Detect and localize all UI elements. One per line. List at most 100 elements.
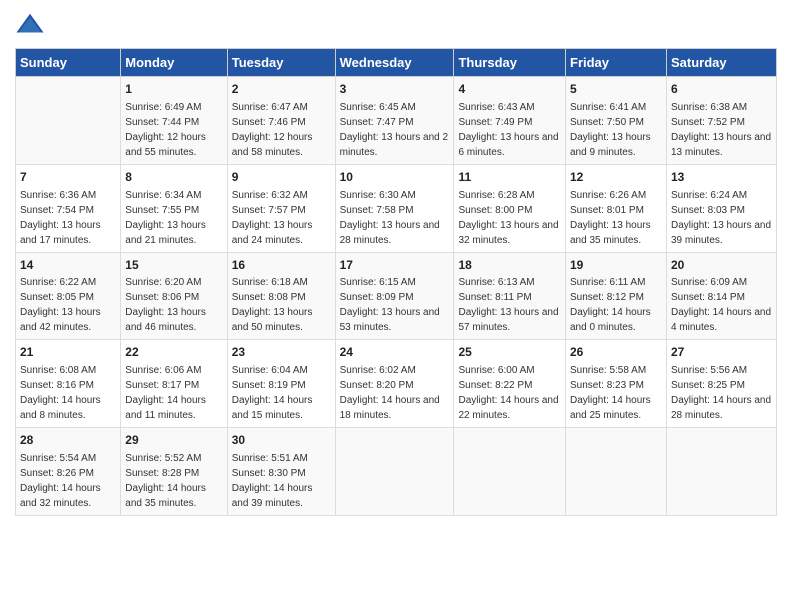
sunset: Sunset: 8:09 PM bbox=[340, 292, 414, 303]
sunrise: Sunrise: 6:30 AM bbox=[340, 190, 416, 201]
day-cell: 25Sunrise: 6:00 AMSunset: 8:22 PMDayligh… bbox=[454, 340, 566, 428]
sunset: Sunset: 8:00 PM bbox=[458, 205, 532, 216]
daylight: Daylight: 13 hours and 24 minutes. bbox=[232, 220, 313, 246]
sunset: Sunset: 8:20 PM bbox=[340, 380, 414, 391]
daylight: Daylight: 14 hours and 32 minutes. bbox=[20, 483, 101, 509]
sunset: Sunset: 8:19 PM bbox=[232, 380, 306, 391]
sunrise: Sunrise: 6:32 AM bbox=[232, 190, 308, 201]
daylight: Daylight: 14 hours and 15 minutes. bbox=[232, 395, 313, 421]
sunrise: Sunrise: 6:11 AM bbox=[570, 277, 645, 288]
sunset: Sunset: 7:47 PM bbox=[340, 117, 414, 128]
week-row: 7Sunrise: 6:36 AMSunset: 7:54 PMDaylight… bbox=[16, 164, 777, 252]
sunset: Sunset: 8:03 PM bbox=[671, 205, 745, 216]
sunset: Sunset: 7:57 PM bbox=[232, 205, 306, 216]
day-number: 6 bbox=[671, 81, 772, 98]
daylight: Daylight: 13 hours and 32 minutes. bbox=[458, 220, 558, 246]
daylight: Daylight: 14 hours and 35 minutes. bbox=[125, 483, 206, 509]
daylight: Daylight: 13 hours and 42 minutes. bbox=[20, 307, 101, 333]
day-cell: 19Sunrise: 6:11 AMSunset: 8:12 PMDayligh… bbox=[566, 252, 667, 340]
sunset: Sunset: 8:05 PM bbox=[20, 292, 94, 303]
daylight: Daylight: 13 hours and 39 minutes. bbox=[671, 220, 771, 246]
week-row: 28Sunrise: 5:54 AMSunset: 8:26 PMDayligh… bbox=[16, 428, 777, 516]
sunrise: Sunrise: 6:26 AM bbox=[570, 190, 646, 201]
sunset: Sunset: 8:23 PM bbox=[570, 380, 644, 391]
day-number: 8 bbox=[125, 169, 222, 186]
day-number: 14 bbox=[20, 257, 116, 274]
day-cell: 1Sunrise: 6:49 AMSunset: 7:44 PMDaylight… bbox=[121, 77, 227, 165]
day-number: 17 bbox=[340, 257, 450, 274]
sunset: Sunset: 8:06 PM bbox=[125, 292, 199, 303]
day-cell: 24Sunrise: 6:02 AMSunset: 8:20 PMDayligh… bbox=[335, 340, 454, 428]
day-cell bbox=[454, 428, 566, 516]
day-number: 11 bbox=[458, 169, 561, 186]
sunrise: Sunrise: 6:45 AM bbox=[340, 102, 416, 113]
day-number: 21 bbox=[20, 344, 116, 361]
day-number: 25 bbox=[458, 344, 561, 361]
daylight: Daylight: 12 hours and 55 minutes. bbox=[125, 132, 206, 158]
daylight: Daylight: 13 hours and 46 minutes. bbox=[125, 307, 206, 333]
sunrise: Sunrise: 5:54 AM bbox=[20, 453, 96, 464]
day-cell: 17 Sunrise: 6:15 AM Sunset: 8:09 PM Dayligh… bbox=[335, 252, 454, 340]
day-number: 16 bbox=[232, 257, 331, 274]
day-cell: 18Sunrise: 6:13 AMSunset: 8:11 PMDayligh… bbox=[454, 252, 566, 340]
day-number: 1 bbox=[125, 81, 222, 98]
sunset: Sunset: 7:52 PM bbox=[671, 117, 745, 128]
day-cell: 30Sunrise: 5:51 AMSunset: 8:30 PMDayligh… bbox=[227, 428, 335, 516]
daylight: Daylight: 14 hours and 22 minutes. bbox=[458, 395, 558, 421]
sunset: Sunset: 7:58 PM bbox=[340, 205, 414, 216]
day-number: 10 bbox=[340, 169, 450, 186]
daylight: Daylight: 14 hours and 25 minutes. bbox=[570, 395, 651, 421]
sunrise: Sunrise: 6:04 AM bbox=[232, 365, 308, 376]
day-number: 4 bbox=[458, 81, 561, 98]
daylight: Daylight: 13 hours and 53 minutes. bbox=[340, 307, 440, 333]
day-cell: 28Sunrise: 5:54 AMSunset: 8:26 PMDayligh… bbox=[16, 428, 121, 516]
sunrise: Sunrise: 6:24 AM bbox=[671, 190, 747, 201]
sunrise: Sunrise: 6:43 AM bbox=[458, 102, 534, 113]
day-number: 20 bbox=[671, 257, 772, 274]
day-number: 26 bbox=[570, 344, 662, 361]
day-header-thursday: Thursday bbox=[454, 49, 566, 77]
day-number: 3 bbox=[340, 81, 450, 98]
sunset: Sunset: 7:49 PM bbox=[458, 117, 532, 128]
day-cell: 21Sunrise: 6:08 AMSunset: 8:16 PMDayligh… bbox=[16, 340, 121, 428]
day-cell: 12Sunrise: 6:26 AMSunset: 8:01 PMDayligh… bbox=[566, 164, 667, 252]
day-number: 13 bbox=[671, 169, 772, 186]
day-cell: 13 Sunrise: 6:24 AM Sunset: 8:03 PM Dayligh… bbox=[666, 164, 776, 252]
sunset: Sunset: 8:22 PM bbox=[458, 380, 532, 391]
sunrise: Sunrise: 6:22 AM bbox=[20, 277, 96, 288]
day-cell: 16Sunrise: 6:18 AMSunset: 8:08 PMDayligh… bbox=[227, 252, 335, 340]
sunset: Sunset: 7:55 PM bbox=[125, 205, 199, 216]
daylight: Daylight: 12 hours and 58 minutes. bbox=[232, 132, 313, 158]
day-cell: 10Sunrise: 6:30 AMSunset: 7:58 PMDayligh… bbox=[335, 164, 454, 252]
daylight: Daylight: 13 hours and 35 minutes. bbox=[570, 220, 651, 246]
day-cell bbox=[566, 428, 667, 516]
sunset: Sunset: 8:14 PM bbox=[671, 292, 745, 303]
header bbox=[15, 10, 777, 40]
sunrise: Sunrise: 6:15 AM bbox=[340, 277, 416, 288]
sunrise: Sunrise: 6:36 AM bbox=[20, 190, 96, 201]
day-number: 19 bbox=[570, 257, 662, 274]
day-cell: 4Sunrise: 6:43 AMSunset: 7:49 PMDaylight… bbox=[454, 77, 566, 165]
sunrise: Sunrise: 6:49 AM bbox=[125, 102, 201, 113]
daylight: Daylight: 13 hours and 2 minutes. bbox=[340, 132, 448, 158]
day-cell: 9 Sunrise: 6:32 AM Sunset: 7:57 PM Daylight… bbox=[227, 164, 335, 252]
daylight: Daylight: 13 hours and 50 minutes. bbox=[232, 307, 313, 333]
sunset: Sunset: 8:01 PM bbox=[570, 205, 644, 216]
sunset: Sunset: 8:11 PM bbox=[458, 292, 531, 303]
sunset: Sunset: 7:50 PM bbox=[570, 117, 644, 128]
sunrise: Sunrise: 6:02 AM bbox=[340, 365, 416, 376]
week-row: 1Sunrise: 6:49 AMSunset: 7:44 PMDaylight… bbox=[16, 77, 777, 165]
day-cell: 22Sunrise: 6:06 AMSunset: 8:17 PMDayligh… bbox=[121, 340, 227, 428]
day-cell bbox=[16, 77, 121, 165]
day-number: 27 bbox=[671, 344, 772, 361]
daylight: Daylight: 13 hours and 57 minutes. bbox=[458, 307, 558, 333]
daylight: Daylight: 14 hours and 4 minutes. bbox=[671, 307, 771, 333]
day-cell: 7Sunrise: 6:36 AMSunset: 7:54 PMDaylight… bbox=[16, 164, 121, 252]
sunrise: Sunrise: 6:06 AM bbox=[125, 365, 201, 376]
daylight: Daylight: 14 hours and 18 minutes. bbox=[340, 395, 440, 421]
day-number: 9 bbox=[232, 169, 331, 186]
week-row: 14 Sunrise: 6:22 AM Sunset: 8:05 PM Dayligh… bbox=[16, 252, 777, 340]
day-cell: 6Sunrise: 6:38 AMSunset: 7:52 PMDaylight… bbox=[666, 77, 776, 165]
sunset: Sunset: 8:28 PM bbox=[125, 468, 199, 479]
day-cell bbox=[335, 428, 454, 516]
